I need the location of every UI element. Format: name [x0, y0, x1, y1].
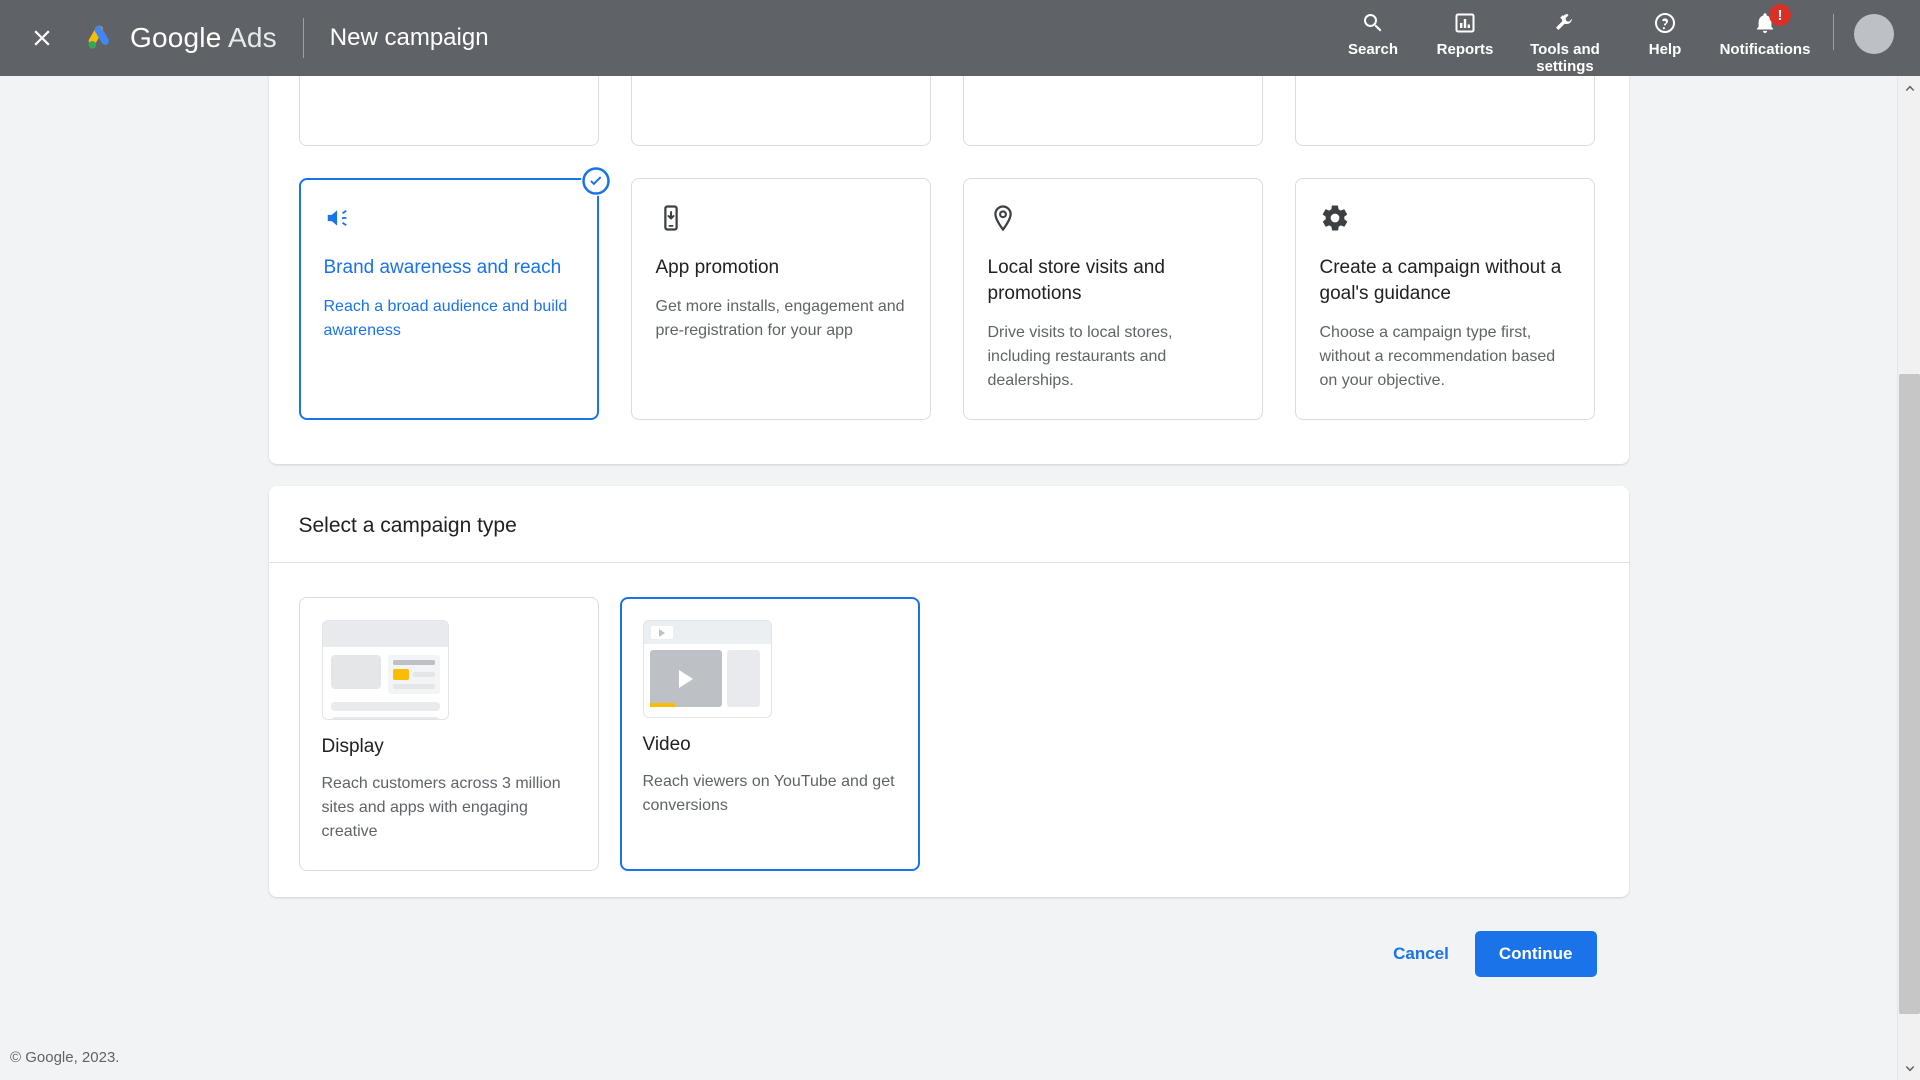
selected-check-icon — [580, 166, 611, 196]
header-reports-button[interactable]: Reports — [1419, 8, 1511, 58]
brand-title: Google Ads — [130, 22, 277, 54]
brand-ads: Ads — [227, 22, 277, 53]
copyright-text: © Google, 2023. — [10, 1049, 120, 1066]
header-actions-divider — [1833, 14, 1834, 50]
goal-card-app-promotion-desc: Get more installs, engagement and pre-re… — [655, 298, 905, 339]
thumbnail-body — [323, 647, 448, 702]
goal-card-product-consideration[interactable]: Encourage people to explore your product… — [1294, 76, 1595, 146]
google-ads-mark-icon — [88, 25, 109, 49]
display-thumbnail-frame — [321, 620, 449, 720]
header-notifications-label: Notifications — [1719, 41, 1811, 58]
campaign-type-display-title: Display — [321, 736, 384, 757]
display-layout-thumbnail — [321, 620, 576, 720]
goal-card-brand-awareness[interactable]: Brand awareness and reach Reach a broad … — [298, 166, 611, 420]
goal-card-brand-awareness-desc: Reach a broad audience and build awarene… — [323, 298, 568, 339]
wrench-tools-icon — [1553, 8, 1577, 38]
search-icon — [1361, 8, 1385, 38]
page-title: New campaign — [329, 24, 489, 51]
thumbnail-footer-line-2 — [330, 717, 440, 719]
campaign-type-grid: Display Reach customers across 3 million… — [269, 563, 1629, 871]
header-notifications-button[interactable]: ! Notifications — [1711, 4, 1819, 58]
help-question-icon — [1653, 8, 1677, 38]
scroll-up-arrow-icon[interactable] — [1898, 76, 1920, 99]
goal-grid-bottom-row: Brand awareness and reach Reach a broad … — [298, 166, 1599, 420]
continue-button[interactable]: Continue — [1474, 931, 1597, 977]
header-tools-settings-label: Tools and settings — [1530, 41, 1600, 75]
google-ads-logo[interactable]: Google Ads — [84, 21, 277, 55]
header-tools-settings-button[interactable]: Tools and settings — [1511, 8, 1619, 75]
goal-card-leads[interactable]: encouraging customers to take action — [630, 76, 931, 146]
video-thumbnail-body — [644, 644, 771, 713]
video-player-thumbnail — [642, 620, 897, 718]
goal-card-sales[interactable]: or in store — [298, 76, 599, 146]
gear-icon — [1320, 203, 1570, 237]
campaign-type-video-desc: Reach viewers on YouTube and get convers… — [642, 773, 895, 814]
thumbnail-image-block — [330, 655, 381, 689]
campaign-type-display-desc: Reach customers across 3 million sites a… — [321, 775, 561, 840]
thumbnail-body-line — [412, 672, 435, 677]
video-progress-bar — [649, 703, 676, 707]
header-search-button[interactable]: Search — [1327, 8, 1419, 58]
goal-card-no-goal-guidance-title: Create a campaign without a goal's guida… — [1319, 257, 1562, 304]
campaign-goal-panel: or in store encouraging customers to tak… — [268, 76, 1629, 464]
notifications-badge: ! — [1769, 4, 1791, 26]
page-content: or in store encouraging customers to tak… — [0, 76, 1897, 977]
thumbnail-text-panel — [387, 655, 440, 694]
goal-card-local-store-visits[interactable]: Local store visits and promotions Drive … — [962, 178, 1263, 420]
footer-actions: Cancel Continue — [269, 931, 1629, 977]
campaign-type-panel: Select a campaign type Display Reach cus… — [268, 486, 1629, 897]
brand-google: Google — [130, 22, 222, 53]
page-scroll-area: or in store encouraging customers to tak… — [0, 76, 1897, 1080]
thumbnail-cta-block — [392, 669, 409, 680]
thumbnail-footer-lines — [323, 702, 448, 719]
megaphone-icon — [324, 203, 574, 237]
video-player-area — [649, 650, 722, 707]
campaign-type-section-title: Select a campaign type — [268, 486, 1629, 563]
scrollbar-thumb[interactable] — [1899, 374, 1920, 1014]
goal-card-no-goal-guidance-desc: Choose a campaign type first, without a … — [1319, 324, 1556, 389]
avatar[interactable] — [1854, 14, 1894, 54]
reports-bar-chart-icon — [1453, 8, 1477, 38]
campaign-type-card-video[interactable]: Video Reach viewers on YouTube and get c… — [619, 597, 920, 871]
video-thumbnail-frame — [642, 620, 772, 718]
youtube-play-badge-icon — [650, 626, 673, 639]
header-divider — [302, 18, 304, 58]
goal-card-no-goal-guidance[interactable]: Create a campaign without a goal's guida… — [1294, 178, 1595, 420]
goal-card-website-traffic[interactable]: website — [962, 76, 1263, 146]
header-actions: Search Reports Tools and settings Help !… — [1327, 0, 1920, 76]
goal-card-local-store-visits-desc: Drive visits to local stores, including … — [987, 324, 1173, 389]
header-search-label: Search — [1347, 41, 1399, 58]
page-scrollbar[interactable] — [1897, 76, 1920, 1080]
app-header: Google Ads New campaign Search Reports T… — [0, 0, 1920, 76]
goal-card-app-promotion-title: App promotion — [655, 257, 780, 278]
goal-card-app-promotion[interactable]: App promotion Get more installs, engagem… — [630, 178, 931, 420]
video-sidebar-block — [726, 650, 760, 707]
campaign-type-video-title: Video — [642, 734, 691, 755]
thumbnail-footer-line-1 — [330, 702, 440, 711]
thumbnail-body-line-2 — [392, 684, 435, 689]
thumbnail-cta-row — [392, 669, 435, 680]
goal-card-local-store-visits-title: Local store visits and promotions — [987, 257, 1165, 304]
play-triangle-icon — [678, 669, 693, 688]
header-help-label: Help — [1648, 41, 1682, 58]
thumbnail-headline-line — [392, 660, 435, 665]
header-reports-label: Reports — [1436, 41, 1494, 58]
mobile-download-icon — [656, 203, 906, 237]
goal-card-brand-awareness-title: Brand awareness and reach — [323, 257, 562, 278]
close-icon[interactable] — [18, 14, 66, 62]
campaign-type-card-display[interactable]: Display Reach customers across 3 million… — [298, 597, 599, 871]
thumbnail-top-bar — [322, 621, 448, 647]
cancel-button[interactable]: Cancel — [1377, 932, 1465, 976]
header-help-button[interactable]: Help — [1619, 8, 1711, 58]
video-thumbnail-top-bar — [643, 621, 771, 644]
goal-grid-top-row: or in store encouraging customers to tak… — [298, 76, 1599, 146]
location-pin-icon — [988, 203, 1238, 237]
scroll-down-arrow-icon[interactable] — [1898, 1057, 1920, 1080]
